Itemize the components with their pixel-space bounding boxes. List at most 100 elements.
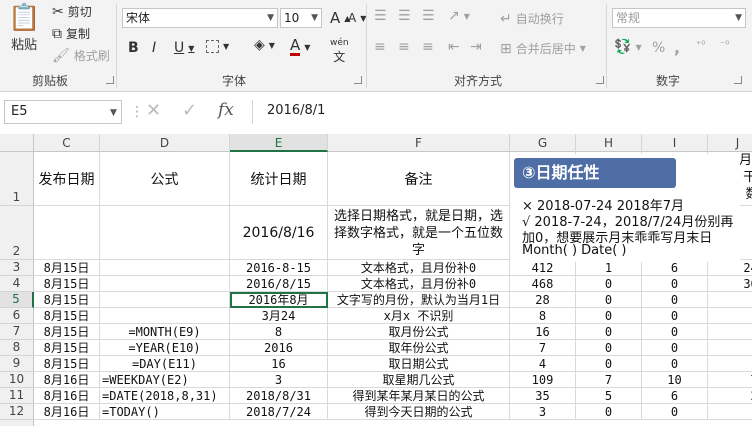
cell-d9[interactable]: =DAY(E11) [100,356,230,372]
cell-i12[interactable]: 0 [642,404,708,420]
cell-g9[interactable]: 4 [510,356,576,372]
select-all-corner[interactable] [0,134,34,152]
cell-i11[interactable]: 6 [642,388,708,404]
shrink-font-button[interactable]: A ▼ [348,11,366,25]
row-header-13[interactable] [0,420,34,426]
cell-g10[interactable]: 109 [510,372,576,388]
merge-center-button[interactable]: ⊞ 合并后居中 ▼ [500,40,586,57]
cell-h10[interactable]: 7 [576,372,642,388]
number-format-combo[interactable]: 常规 ▼ [612,8,746,28]
cell-f9[interactable]: 取日期公式 [328,356,510,372]
align-left-button[interactable]: ≡ [374,40,386,54]
cell-e5[interactable]: 2016年8月 [230,292,328,308]
decrease-indent-button[interactable]: ⇤ [448,40,460,54]
cell-f8[interactable]: 取年份公式 [328,340,510,356]
cell-d12[interactable]: =TODAY() [100,404,230,420]
number-launcher[interactable] [734,76,742,84]
row-header-6[interactable]: 6 [0,308,34,324]
align-top-button[interactable]: ☰ [374,9,387,23]
cell-e8[interactable]: 2016 [230,340,328,356]
cell-j7[interactable]: 9 [708,324,752,340]
cell-d1[interactable]: 公式 [100,152,230,206]
bold-button[interactable]: B [128,40,139,56]
align-right-button[interactable]: ≡ [422,40,434,54]
cell-j12[interactable]: 2 [708,404,752,420]
row-header-2[interactable]: 2 [0,206,34,260]
insert-function-icon[interactable]: fx [218,100,234,120]
cell-h3[interactable]: 1 [576,260,642,276]
name-box[interactable]: E5 [4,100,122,124]
currency-button[interactable]: 💱 ▼ [614,40,642,54]
cell-c10[interactable]: 8月16日 [34,372,100,388]
orientation-button[interactable]: ↗ ▼ [448,9,470,23]
cell-e10[interactable]: 3 [230,372,328,388]
cell-j3[interactable]: 249 [708,260,752,276]
cancel-icon[interactable]: ✕ [146,100,161,121]
cell-c8[interactable]: 8月15日 [34,340,100,356]
cell-e11[interactable]: 2018/8/31 [230,388,328,404]
chevron-down-icon[interactable]: ▼ [580,44,586,53]
cell-g11[interactable]: 35 [510,388,576,404]
cell-h11[interactable]: 5 [576,388,642,404]
cell-c1[interactable]: 发布日期 [34,152,100,206]
font-name-combo[interactable]: 宋体 ▼ [122,8,278,28]
increase-decimal-button[interactable]: ⁺⁰ [696,40,705,51]
cell-e3[interactable]: 2016-8-15 [230,260,328,276]
cell-c4[interactable]: 8月15日 [34,276,100,292]
cell-f4[interactable]: 文本格式，且月份补0 [328,276,510,292]
row-header-5[interactable]: 5 [0,292,34,308]
cell-i10[interactable]: 10 [642,372,708,388]
cell-d2[interactable] [100,206,230,260]
cell-c7[interactable]: 8月15日 [34,324,100,340]
chevron-down-icon[interactable]: ▼ [269,41,275,50]
chevron-down-icon[interactable]: ▼ [304,43,310,52]
cell-g8[interactable]: 7 [510,340,576,356]
cell-d5[interactable] [100,292,230,308]
row-header-4[interactable]: 4 [0,276,34,292]
alignment-launcher[interactable] [596,76,604,84]
row-header-11[interactable]: 11 [0,388,34,404]
borders-button[interactable]: ▼ [206,40,229,53]
cell-f5[interactable]: 文字写的月份，默认为当月1日 [328,292,510,308]
cell-g4[interactable]: 468 [510,276,576,292]
cell-j11[interactable]: 25 [708,388,752,404]
chevron-down-icon[interactable]: ▼ [267,9,274,27]
cell-g12[interactable]: 3 [510,404,576,420]
cell-i6[interactable]: 0 [642,308,708,324]
cell-i5[interactable]: 0 [642,292,708,308]
cell-h8[interactable]: 0 [576,340,642,356]
cell-f11[interactable]: 得到某年某月某日的公式 [328,388,510,404]
chevron-down-icon[interactable]: ▼ [188,44,194,53]
cell-f7[interactable]: 取月份公式 [328,324,510,340]
cell-c11[interactable]: 8月16日 [34,388,100,404]
format-painter-button[interactable]: 🖌 格式刷 [52,47,110,64]
formula-bar-grip[interactable]: ⋮ [130,104,144,120]
cell-c12[interactable]: 8月16日 [34,404,100,420]
cell-e6[interactable]: 3月24 [230,308,328,324]
paste-button[interactable]: 📋 粘贴 [8,4,40,53]
cell-f3[interactable]: 文本格式，且月份补0 [328,260,510,276]
column-header-j[interactable]: J [708,134,752,152]
formula-input[interactable]: 2016/8/1 [252,100,752,124]
align-bottom-button[interactable]: ☰ [422,9,435,23]
percent-button[interactable]: % [652,40,665,56]
cell-h6[interactable]: 0 [576,308,642,324]
comma-button[interactable]: , [674,38,680,57]
font-launcher[interactable] [354,76,362,84]
cell-c2[interactable] [34,206,100,260]
cell-g5[interactable]: 28 [510,292,576,308]
cell-e12[interactable]: 2018/7/24 [230,404,328,420]
cell-f10[interactable]: 取星期几公式 [328,372,510,388]
cell-e9[interactable]: 16 [230,356,328,372]
cell-i7[interactable]: 0 [642,324,708,340]
column-header-e[interactable]: E [230,134,328,152]
font-color-button[interactable]: A ▼ [290,38,310,56]
cell-d7[interactable]: =MONTH(E9) [100,324,230,340]
row-header-3[interactable]: 3 [0,260,34,276]
column-header-f[interactable]: F [328,134,510,152]
cell-j4[interactable]: 363 [708,276,752,292]
chevron-down-icon[interactable]: ▼ [735,9,742,27]
column-header-d[interactable]: D [100,134,230,152]
chevron-down-icon[interactable]: ▼ [311,9,318,27]
cell-c6[interactable]: 8月15日 [34,308,100,324]
